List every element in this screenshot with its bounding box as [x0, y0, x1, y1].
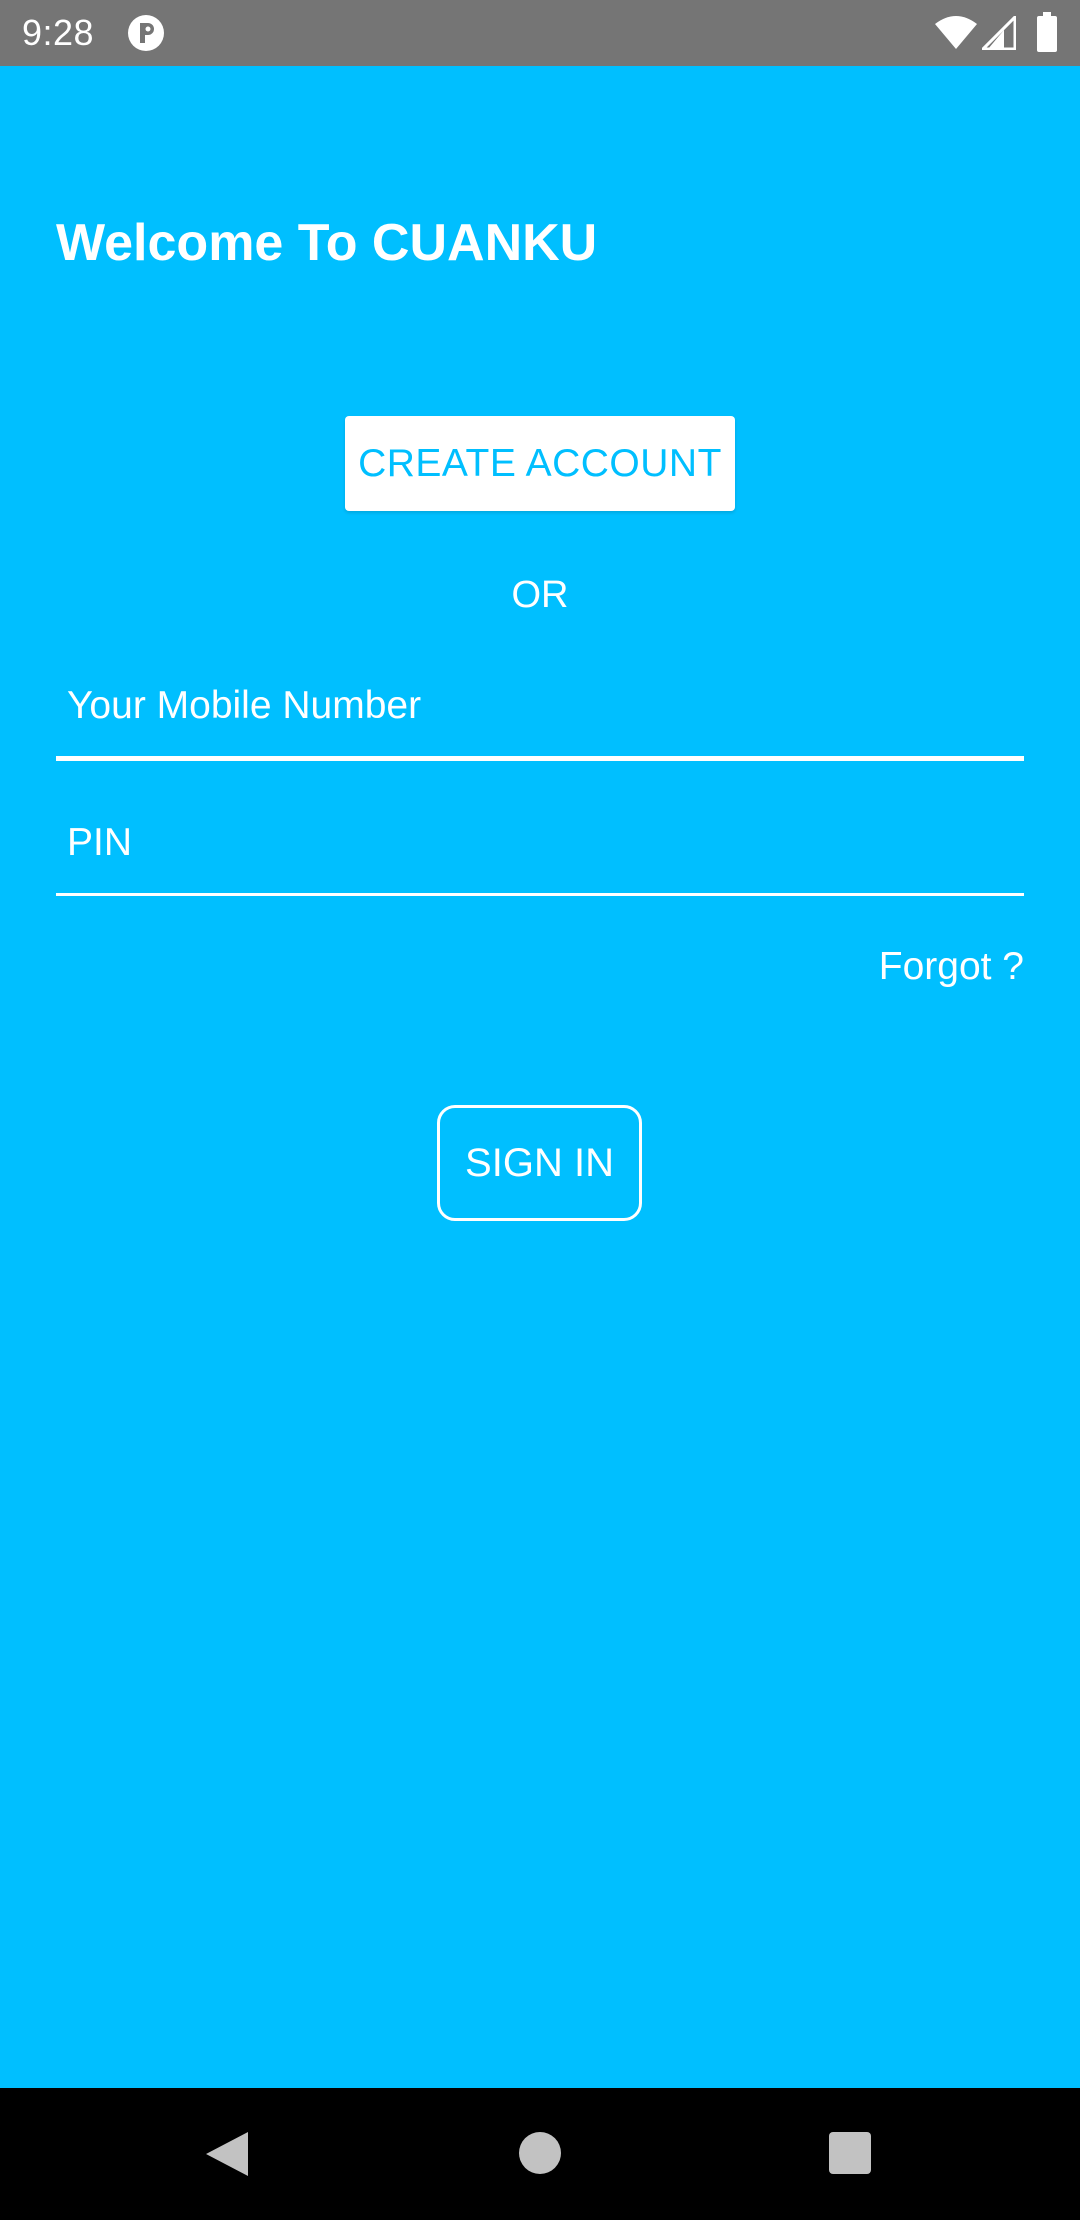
recents-icon[interactable] — [829, 2132, 871, 2174]
status-bar: 9:28 — [0, 0, 1080, 66]
status-time: 9:28 — [22, 12, 95, 53]
login-screen: 9:28 Welcome To CUANKU CREATE ACCOUNT OR… — [0, 0, 1080, 2220]
app-notification-icon — [128, 15, 164, 51]
sign-in-button[interactable]: SIGN IN — [437, 1105, 642, 1221]
or-divider-label: OR — [511, 574, 569, 616]
pin-input[interactable] — [56, 793, 1024, 893]
back-icon[interactable] — [204, 2130, 250, 2178]
signal-icon — [982, 16, 1016, 50]
page-title: Welcome To CUANKU — [56, 214, 598, 272]
create-account-button[interactable]: CREATE ACCOUNT — [345, 416, 735, 511]
battery-icon — [1037, 12, 1057, 52]
forgot-pin-link[interactable]: Forgot ? — [879, 942, 1024, 992]
mobile-number-underline — [56, 756, 1024, 761]
pin-field — [56, 793, 1024, 896]
mobile-number-input[interactable] — [56, 656, 1024, 756]
home-icon[interactable] — [519, 2132, 561, 2174]
wifi-icon — [935, 16, 977, 49]
mobile-number-field — [56, 656, 1024, 761]
navigation-bar — [0, 2088, 1080, 2220]
pin-underline — [56, 893, 1024, 896]
